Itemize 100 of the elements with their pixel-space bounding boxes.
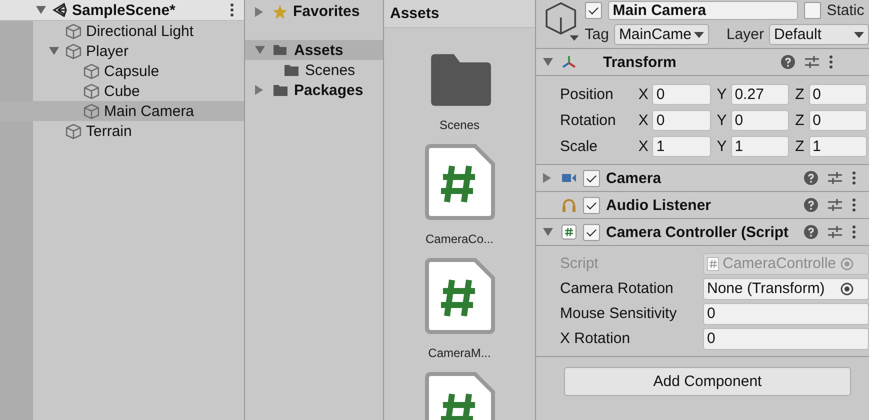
expand-arrow-icon[interactable] (255, 46, 265, 54)
value-field[interactable]: 0 (703, 328, 869, 350)
value-field[interactable]: 0 (652, 110, 711, 130)
script-file-icon[interactable] (424, 258, 494, 334)
enabled-checkbox[interactable] (583, 224, 600, 240)
axis-label: Y (716, 112, 727, 128)
property-label: X Rotation (560, 330, 632, 347)
axis-label: X (638, 112, 648, 128)
panel-title: Assets (384, 0, 535, 28)
script-file-icon[interactable] (424, 144, 494, 220)
expand-arrow-icon[interactable] (49, 47, 59, 55)
hierarchy-item[interactable]: Terrain (0, 121, 244, 141)
folder-icon[interactable] (428, 54, 490, 106)
property-label: Mouse Sensitivity (560, 305, 678, 322)
name-field[interactable]: Main Camera (608, 1, 798, 20)
unity-logo-icon (52, 2, 68, 18)
value-field[interactable]: 0 (703, 302, 869, 324)
property-label: Scale (560, 138, 599, 154)
expand-arrow-icon[interactable] (255, 6, 263, 16)
active-checkbox[interactable] (584, 2, 602, 19)
hierarchy-item[interactable]: Capsule (0, 61, 244, 81)
folder-item[interactable]: Assets (245, 40, 383, 60)
value-field[interactable]: 0 (808, 110, 867, 130)
more-options-icon[interactable] (829, 55, 833, 69)
axis-label: X (638, 86, 648, 102)
help-icon[interactable] (804, 225, 818, 239)
cube-icon (65, 42, 82, 60)
axes-icon (561, 54, 577, 70)
cube-icon (65, 122, 82, 140)
expand-arrow-icon[interactable] (543, 58, 553, 66)
expand-arrow-icon[interactable] (255, 85, 263, 95)
tag-label: Tag (584, 26, 609, 43)
asset-label: CameraM... (428, 346, 491, 360)
value-field[interactable]: 1 (808, 136, 867, 156)
hierarchy-item[interactable]: Player (0, 41, 244, 61)
value-field[interactable]: 0.27 (730, 84, 790, 104)
script-icon (706, 256, 719, 270)
sliders-icon[interactable] (828, 199, 842, 211)
add-component-button[interactable]: Add Component (564, 367, 851, 396)
more-options-icon[interactable] (852, 171, 856, 185)
cube-icon (83, 62, 100, 80)
axis-label: Z (795, 138, 805, 154)
hierarchy-item[interactable]: Cube (0, 81, 244, 101)
axis-label: X (638, 138, 648, 154)
value-field[interactable]: 0 (808, 84, 867, 104)
folder-item[interactable]: Packages (245, 80, 383, 100)
asset-label: CameraCo... (425, 232, 494, 246)
folder-item[interactable]: Scenes (245, 60, 383, 80)
static-checkbox[interactable] (804, 2, 821, 19)
value-field[interactable]: 1 (652, 136, 711, 156)
axis-label: Y (716, 86, 727, 102)
help-icon[interactable] (804, 198, 818, 212)
enabled-checkbox[interactable] (583, 170, 600, 186)
cube-icon (65, 22, 82, 40)
cube-icon[interactable] (543, 1, 579, 43)
object-field: CameraControlle (702, 252, 869, 274)
hierarchy-item[interactable]: Directional Light (0, 21, 244, 41)
sliders-icon[interactable] (828, 226, 842, 238)
axis-label: Z (795, 86, 805, 102)
more-options-icon[interactable] (230, 3, 234, 17)
scene-name: SampleScene* (72, 2, 176, 18)
value-field[interactable]: 0 (652, 84, 711, 104)
layer-label: Layer (726, 26, 764, 43)
property-label: Position (560, 86, 614, 102)
sliders-icon[interactable] (828, 172, 842, 184)
expand-arrow-icon[interactable] (543, 228, 553, 236)
static-label: Static (826, 2, 864, 19)
layer-dropdown[interactable]: Default (769, 24, 869, 45)
expand-arrow-icon[interactable] (543, 173, 551, 183)
tag-dropdown[interactable]: MainCame (614, 24, 710, 45)
hierarchy-item[interactable]: Main Camera (0, 101, 244, 121)
more-options-icon[interactable] (852, 198, 856, 212)
folder-icon (283, 63, 300, 77)
star-icon (272, 4, 288, 20)
object-field[interactable]: None (Transform) (703, 278, 869, 300)
sliders-icon[interactable] (805, 56, 819, 68)
enabled-checkbox[interactable] (583, 196, 600, 214)
property-label: Script (560, 255, 600, 272)
cube-icon (83, 102, 100, 120)
cube-icon (83, 82, 100, 100)
component-title: Audio Listener (606, 196, 712, 214)
property-label: Rotation (560, 112, 617, 128)
component-title: Camera Controller (Script (606, 224, 790, 240)
favorites-item[interactable]: Favorites (245, 1, 383, 22)
folder-icon (272, 43, 289, 57)
folder-icon (272, 83, 289, 97)
component-title: Camera (606, 170, 662, 186)
object-picker-icon[interactable] (840, 282, 854, 296)
headphones-icon (561, 197, 577, 213)
asset-label: Scenes (439, 118, 480, 132)
axis-label: Z (795, 112, 805, 128)
value-field[interactable]: 1 (730, 136, 790, 156)
script-icon (561, 224, 577, 240)
help-icon[interactable] (781, 55, 795, 69)
property-label: Camera Rotation (560, 280, 674, 297)
value-field[interactable]: 0 (730, 110, 790, 130)
expand-arrow-icon[interactable] (36, 6, 46, 14)
help-icon[interactable] (804, 171, 818, 185)
axis-label: Y (716, 138, 727, 154)
more-options-icon[interactable] (852, 225, 856, 239)
